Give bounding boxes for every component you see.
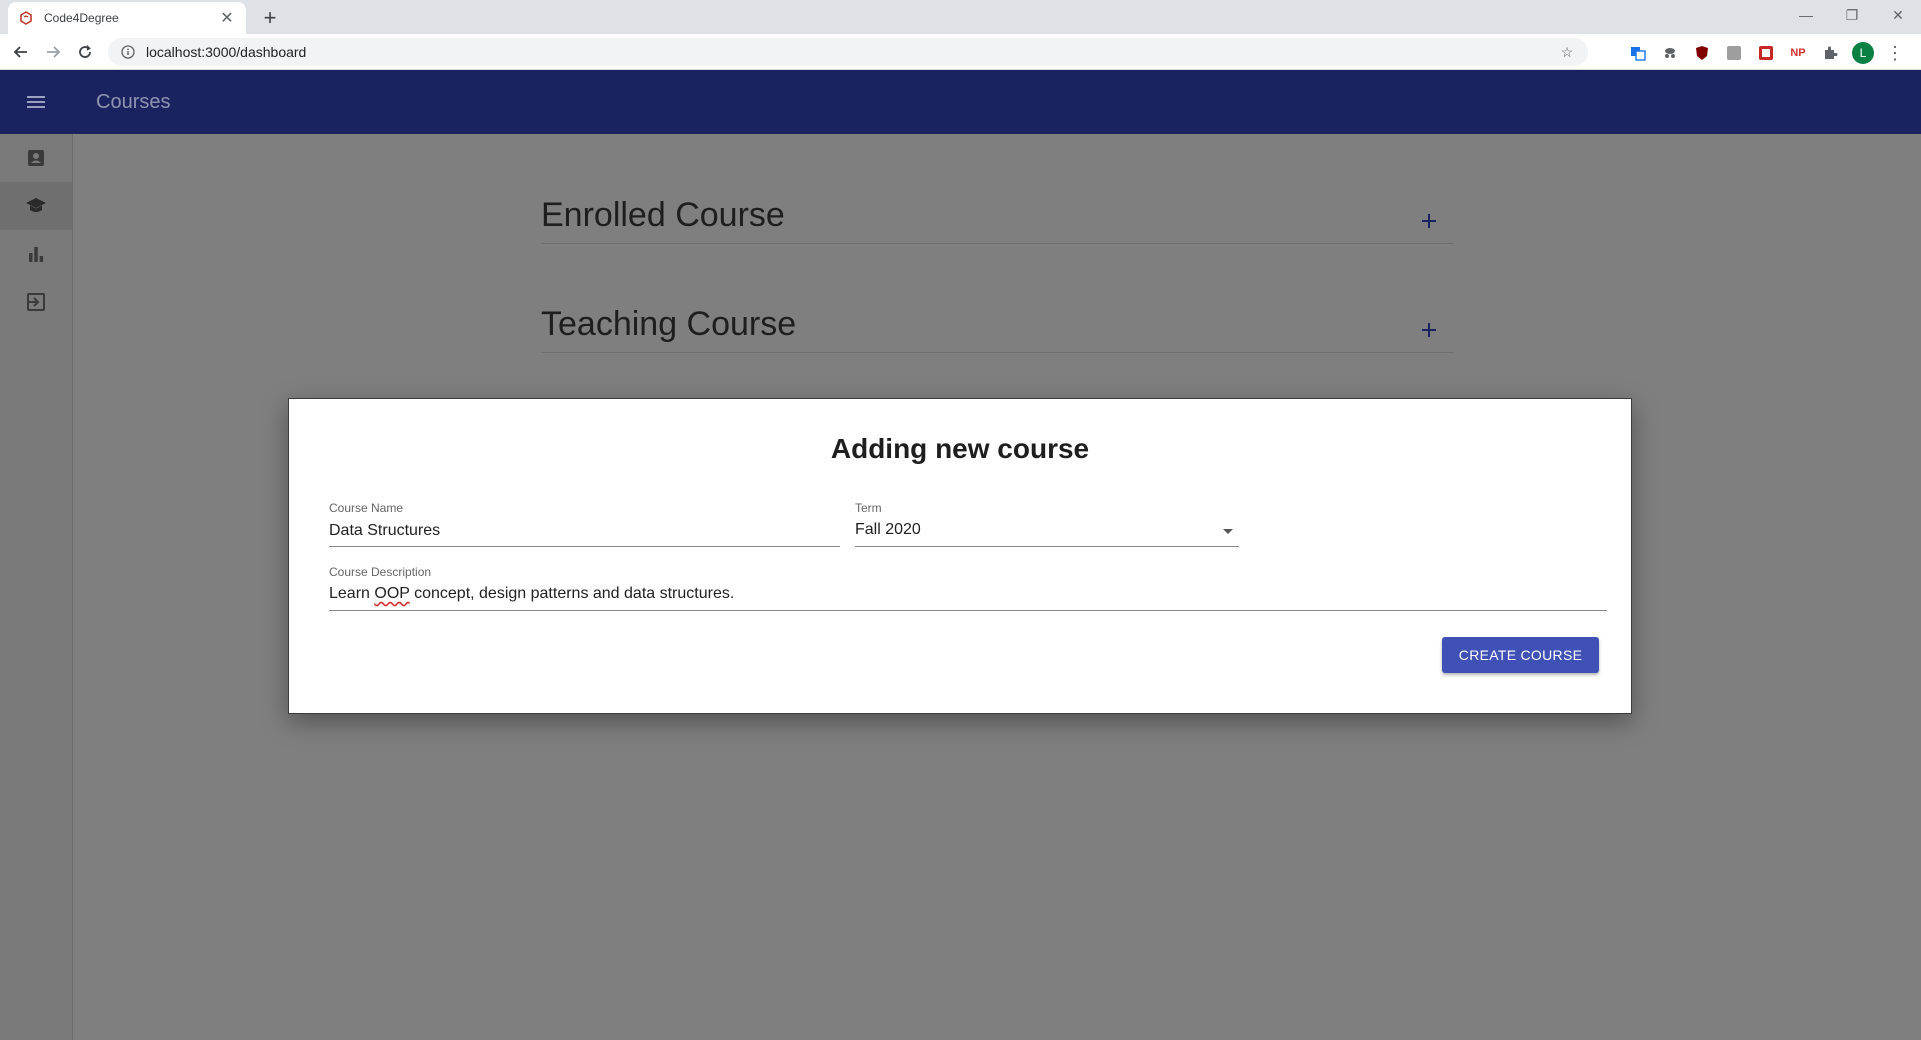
dropdown-arrow-icon[interactable] [1223,529,1233,534]
np-extension-icon[interactable]: NP [1788,43,1808,63]
new-tab-icon[interactable]: + [258,5,282,30]
description-text-rest: concept, design patterns and data struct… [409,585,735,602]
teaching-course-section: Teaching Course [541,293,1453,353]
tab-title: Code4Degree [44,11,119,25]
create-course-button[interactable]: CREATE COURSE [1442,637,1599,673]
incognito-extension-icon[interactable] [1660,43,1680,63]
term-label: Term [855,501,882,515]
forward-icon[interactable] [40,39,66,65]
add-teaching-course-icon[interactable] [1417,318,1441,342]
browser-menu-icon[interactable]: ⋮ [1886,43,1904,63]
reload-icon[interactable] [72,39,98,65]
page-title: Courses [96,90,171,113]
course-name-field: Course Name [329,501,840,547]
course-description-field: Course Description Learn OOP concept, de… [329,565,1607,611]
red-extension-icon[interactable] [1756,43,1776,63]
minimize-icon[interactable]: — [1783,0,1829,30]
tab-close-icon[interactable]: ✕ [218,9,236,27]
drawer-item-stats[interactable] [0,230,72,278]
term-value[interactable]: Fall 2020 [855,517,1239,547]
site-info-icon[interactable] [120,44,136,60]
code4degree-favicon-icon [18,10,34,26]
browser-tab[interactable]: Code4Degree ✕ [8,2,246,34]
profile-icon [28,150,44,166]
course-name-input[interactable] [329,517,840,547]
teaching-course-title: Teaching Course [541,305,797,343]
back-icon[interactable] [8,39,34,65]
exit-icon [27,293,45,311]
address-bar[interactable]: localhost:3000/dashboard ☆ [108,38,1588,66]
add-enrolled-course-icon[interactable] [1417,209,1441,233]
bookmark-star-icon[interactable]: ☆ [1558,43,1576,61]
bar-chart-icon [29,247,44,262]
term-field: Term Fall 2020 [855,501,1239,547]
window-controls: — ❐ ✕ [1783,0,1921,30]
ublock-extension-icon[interactable] [1692,43,1712,63]
school-icon [26,198,46,212]
browser-tab-strip: Code4Degree ✕ + — ❐ ✕ [0,0,1921,34]
hamburger-menu-icon[interactable] [0,70,72,134]
window-close-icon[interactable]: ✕ [1875,0,1921,30]
description-misspelled-word: OOP [374,585,410,602]
term-select[interactable]: Fall 2020 [855,517,1239,547]
dialog-title: Adding new course [830,433,1090,464]
url-text: localhost:3000/dashboard [146,44,307,60]
restore-icon[interactable]: ❐ [1829,0,1875,30]
enrolled-course-section: Enrolled Course [541,184,1453,244]
browser-toolbar: localhost:3000/dashboard ☆ NP L ⋮ [0,34,1921,70]
drawer-item-logout[interactable] [0,278,72,326]
course-description-label: Course Description [329,565,432,579]
course-name-label: Course Name [329,501,404,515]
side-drawer [0,134,73,1040]
add-course-dialog: Adding new course Course Name Term Fall … [288,398,1632,714]
profile-avatar[interactable]: L [1852,42,1874,64]
drawer-item-profile[interactable] [0,134,72,182]
drawer-item-courses[interactable] [0,182,72,230]
enrolled-course-title: Enrolled Course [541,196,785,234]
extensions-puzzle-icon[interactable] [1820,43,1840,63]
gray-extension-icon[interactable] [1724,43,1744,63]
course-description-input[interactable]: Learn OOP concept, design patterns and d… [329,581,1607,611]
extension-bar: NP L ⋮ [1628,42,1904,64]
app-bar: Courses [0,70,1921,134]
description-text: Learn [329,585,375,602]
translate-extension-icon[interactable] [1628,43,1648,63]
